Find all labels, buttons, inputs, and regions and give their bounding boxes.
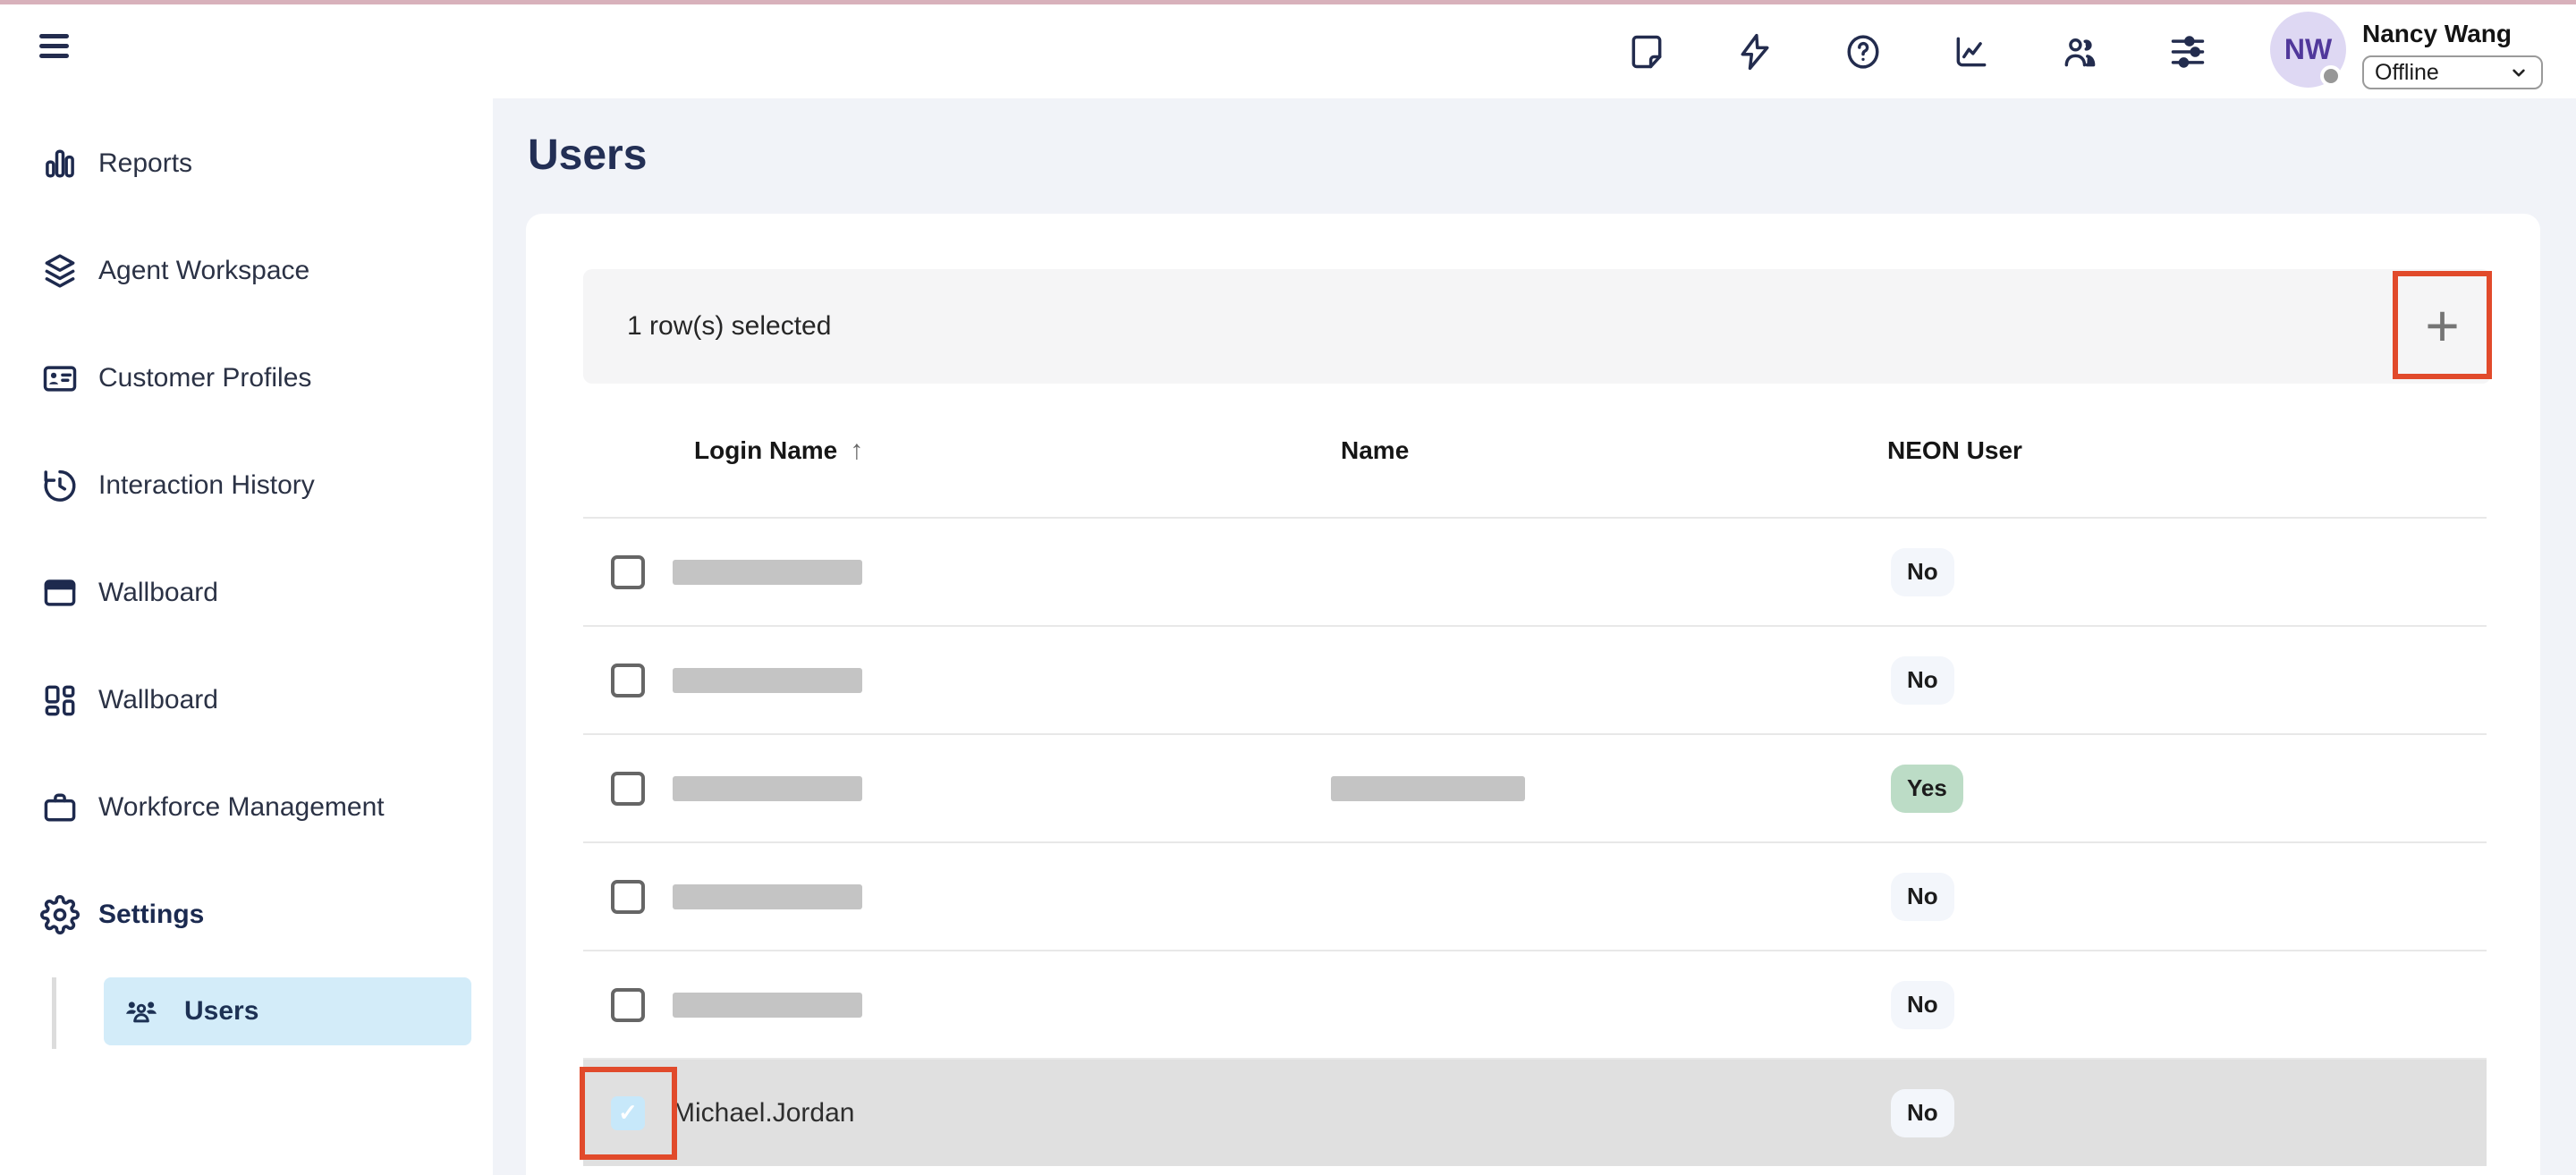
chevron-down-icon [2507,61,2530,84]
page-title: Users [528,134,647,177]
sliders-icon[interactable] [2166,30,2209,73]
sidebar-item-users[interactable]: Users [104,977,471,1045]
notes-icon[interactable] [1625,30,1668,73]
neon-user-badge: Yes [1891,765,1963,813]
id-card-icon [39,358,80,399]
annotation-box: + [2393,271,2492,379]
column-header-neon-user[interactable]: NEON User [1887,436,2022,465]
column-header-name[interactable]: Name [1341,436,1409,465]
add-user-button[interactable]: + [2425,296,2460,355]
status-dot [2320,65,2342,87]
main-content: Users 1 row(s) selected + Login Name ↑ Na… [493,98,2576,1175]
status-select[interactable]: Offline [2362,55,2543,89]
row-checkbox[interactable] [611,988,645,1022]
hamburger-menu-icon[interactable] [39,34,75,70]
redacted-login-name [673,776,862,801]
table-row[interactable]: ✓ Michael.JordanNo [583,1058,2487,1166]
selection-count-text: 1 row(s) selected [627,311,831,342]
header-icon-row [1625,30,2209,73]
annotation-box [580,1067,677,1160]
sidebar: Reports Agent Workspace Customer Profile… [0,98,493,1175]
sidebar-item-label: Agent Workspace [98,256,309,286]
sidebar-item-label: Interaction History [98,470,315,501]
sidebar-item-label: Reports [98,148,192,179]
login-name-text: Michael.Jordan [673,1098,854,1129]
row-checkbox[interactable] [611,880,645,914]
redacted-name [1331,776,1525,801]
table-row[interactable]: No [583,950,2487,1058]
column-header-label: Login Name [694,436,837,464]
sidebar-item-reports[interactable]: Reports [0,110,493,217]
sidebar-item-label: Settings [98,900,204,930]
neon-user-badge: No [1891,656,1954,705]
table-body: No No Yes No No ✓ Michael.JordanNo [583,517,2487,1166]
table-row[interactable]: No [583,517,2487,625]
sort-ascending-icon: ↑ [850,435,863,465]
sidebar-item-wallboard[interactable]: Wallboard [0,539,493,647]
redacted-login-name [673,993,862,1018]
sidebar-item-label: Customer Profiles [98,363,311,393]
users-table: Login Name↑ Name NEON User No No Yes No … [583,384,2487,1166]
help-icon[interactable] [1842,30,1885,73]
sidebar-item-label: Wallboard [98,685,218,715]
sidebar-item-workforce-management[interactable]: Workforce Management [0,754,493,861]
table-row[interactable]: No [583,841,2487,950]
sidebar-item-wallboard-2[interactable]: Wallboard [0,647,493,754]
gear-icon [39,894,80,935]
neon-user-badge: No [1891,981,1954,1029]
selection-toolbar: 1 row(s) selected + [583,269,2491,384]
user-name: Nancy Wang [2362,20,2512,48]
sidebar-item-label: Wallboard [98,578,218,608]
sidebar-item-label: Workforce Management [98,792,385,823]
status-select-value: Offline [2375,60,2507,86]
column-header-login-name[interactable]: Login Name ↑ [694,435,863,466]
contacts-icon[interactable] [2058,30,2101,73]
redacted-login-name [673,560,862,585]
indent-line [52,977,56,1049]
dashboard-icon [39,680,80,721]
analytics-icon[interactable] [1950,30,1993,73]
row-checkbox[interactable] [611,555,645,589]
row-checkbox[interactable] [611,772,645,806]
sidebar-item-customer-profiles[interactable]: Customer Profiles [0,325,493,432]
neon-user-badge: No [1891,873,1954,921]
sidebar-item-settings[interactable]: Settings [0,861,493,968]
table-row[interactable]: Yes [583,733,2487,841]
history-icon [39,465,80,506]
layers-icon [39,250,80,292]
redacted-login-name [673,668,862,693]
sidebar-item-interaction-history[interactable]: Interaction History [0,432,493,539]
row-checkbox[interactable] [611,664,645,697]
sidebar-subitem-row: Users [0,977,493,1063]
neon-user-badge: No [1891,1089,1954,1137]
table-header-row: Login Name ↑ Name NEON User [583,384,2487,517]
briefcase-icon [39,787,80,828]
sidebar-item-label: Users [184,996,258,1027]
neon-user-badge: No [1891,548,1954,596]
user-group-icon [122,992,161,1031]
window-icon [39,572,80,613]
users-card: 1 row(s) selected + Login Name ↑ Name NEO… [526,214,2540,1175]
lightning-icon[interactable] [1733,30,1776,73]
top-bar: NW Nancy Wang Offline [0,4,2576,98]
bar-chart-icon [39,143,80,184]
table-row[interactable]: No [583,625,2487,733]
sidebar-item-agent-workspace[interactable]: Agent Workspace [0,217,493,325]
redacted-login-name [673,884,862,909]
